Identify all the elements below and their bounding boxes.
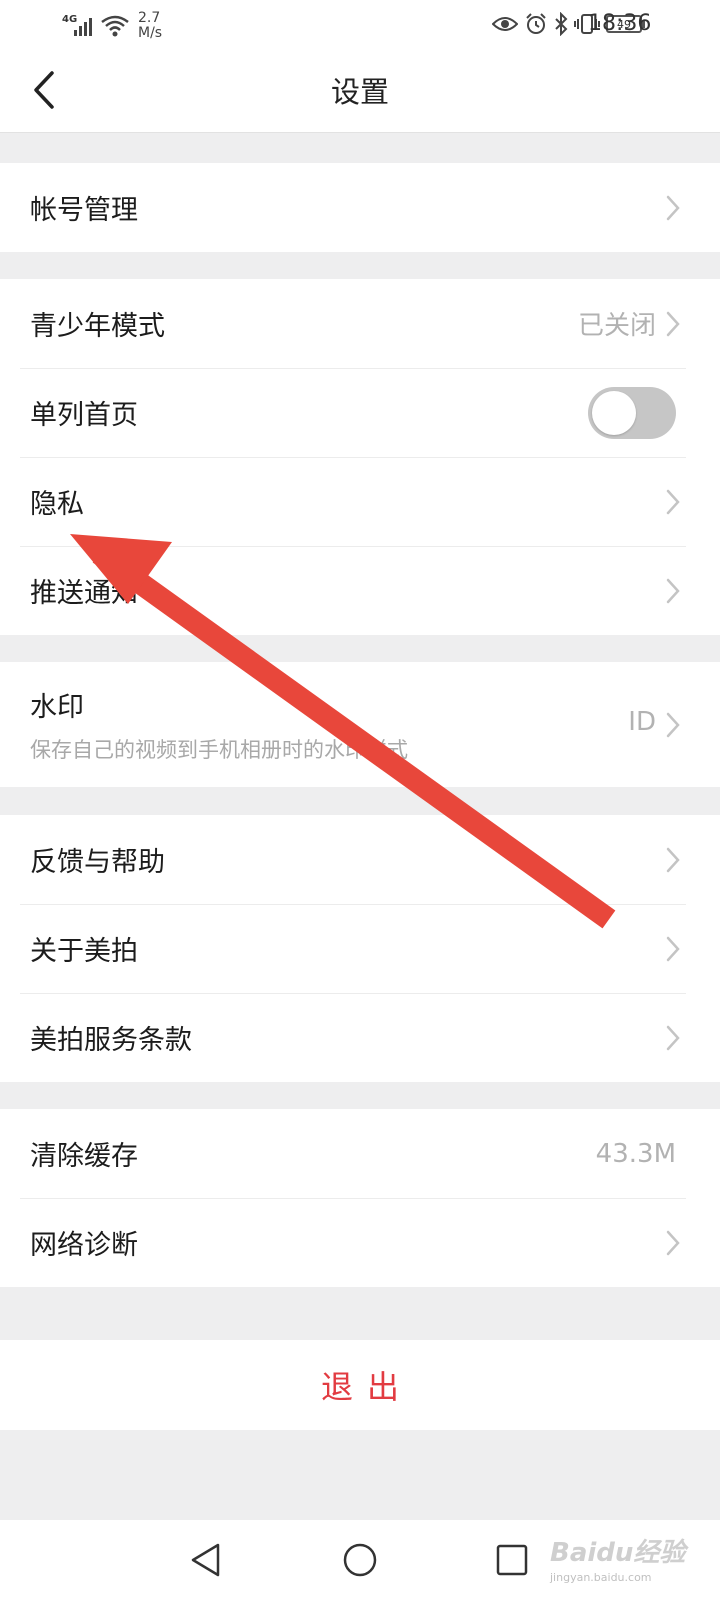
setting-row-feedback[interactable]: 反馈与帮助 <box>0 815 720 904</box>
chevron-right-icon <box>666 578 680 603</box>
alarm-icon <box>526 13 546 34</box>
setting-row-teen-mode[interactable]: 青少年模式 已关闭 <box>0 279 720 368</box>
network-speed: 2.7 M/s <box>138 10 163 41</box>
setting-row-terms[interactable]: 美拍服务条款 <box>0 993 720 1082</box>
setting-row-account[interactable]: 帐号管理 <box>0 163 720 252</box>
toggle-knob <box>592 390 636 435</box>
clock: 18:36 <box>588 11 652 36</box>
settings-group-storage: 清除缓存 43.3M 网络诊断 <box>0 1109 720 1287</box>
setting-label: 关于美拍 <box>30 936 138 967</box>
baidu-watermark: Baidu经验 jingyan.baidu.com <box>550 1532 685 1584</box>
setting-label: 帐号管理 <box>30 195 138 226</box>
system-back-button[interactable] <box>182 1536 230 1584</box>
circle-home-icon <box>343 1543 377 1577</box>
setting-label: 美拍服务条款 <box>30 1025 192 1056</box>
logout-label: 退出 <box>320 1368 413 1406</box>
setting-description: 保存自己的视频到手机相册时的水印样式 <box>30 738 408 762</box>
setting-label: 隐私 <box>30 489 84 520</box>
bluetooth-icon <box>555 12 568 36</box>
settings-group-general: 青少年模式 已关闭 单列首页 隐私 推送通知 <box>0 279 720 635</box>
watermark-url: jingyan.baidu.com <box>550 1571 652 1584</box>
eye-icon <box>492 17 518 31</box>
logout-button[interactable]: 退出 <box>0 1340 720 1430</box>
status-bar: 4G 2.7 M/s 49 18:36 <box>0 0 720 50</box>
setting-label: 网络诊断 <box>30 1230 138 1261</box>
setting-row-watermark[interactable]: 水印 保存自己的视频到手机相册时的水印样式 ID <box>0 662 720 787</box>
chevron-right-icon <box>666 195 680 220</box>
cellular-signal-icon: 4G <box>62 12 96 40</box>
square-recent-icon <box>496 1544 528 1576</box>
setting-label: 反馈与帮助 <box>30 847 165 878</box>
watermark-main: Baidu经验 <box>550 1538 686 1568</box>
wifi-icon <box>101 15 129 37</box>
chevron-right-icon <box>666 311 680 336</box>
triangle-back-icon <box>191 1543 220 1577</box>
setting-value: 已关闭 <box>577 311 656 341</box>
setting-label: 青少年模式 <box>30 311 165 342</box>
setting-label: 单列首页 <box>30 400 138 431</box>
setting-label: 推送通知 <box>30 578 138 609</box>
chevron-right-icon <box>666 1230 680 1255</box>
settings-group-watermark: 水印 保存自己的视频到手机相册时的水印样式 ID <box>0 662 720 787</box>
chevron-right-icon <box>666 847 680 872</box>
cache-size: 43.3M <box>595 1138 676 1169</box>
settings-group-account: 帐号管理 <box>0 163 720 252</box>
setting-row-push[interactable]: 推送通知 <box>0 546 720 635</box>
system-home-button[interactable] <box>336 1536 384 1584</box>
setting-value: ID <box>628 707 656 737</box>
system-recent-button[interactable] <box>488 1536 536 1584</box>
chevron-right-icon <box>666 489 680 514</box>
status-left: 4G 2.7 M/s <box>62 10 162 42</box>
setting-row-clear-cache[interactable]: 清除缓存 43.3M <box>0 1109 720 1198</box>
page-title: 设置 <box>330 75 389 109</box>
setting-row-network-diagnosis[interactable]: 网络诊断 <box>0 1198 720 1287</box>
chevron-right-icon <box>666 936 680 961</box>
nav-bar: 设置 <box>0 50 720 133</box>
setting-label: 清除缓存 <box>30 1141 138 1172</box>
setting-row-single-column: 单列首页 <box>0 368 720 457</box>
setting-label: 水印 <box>30 692 84 723</box>
settings-group-about: 反馈与帮助 关于美拍 美拍服务条款 <box>0 815 720 1082</box>
setting-row-privacy[interactable]: 隐私 <box>0 457 720 546</box>
single-column-toggle[interactable] <box>588 386 676 439</box>
chevron-right-icon <box>666 712 680 737</box>
setting-row-about[interactable]: 关于美拍 <box>0 904 720 993</box>
chevron-right-icon <box>666 1025 680 1050</box>
